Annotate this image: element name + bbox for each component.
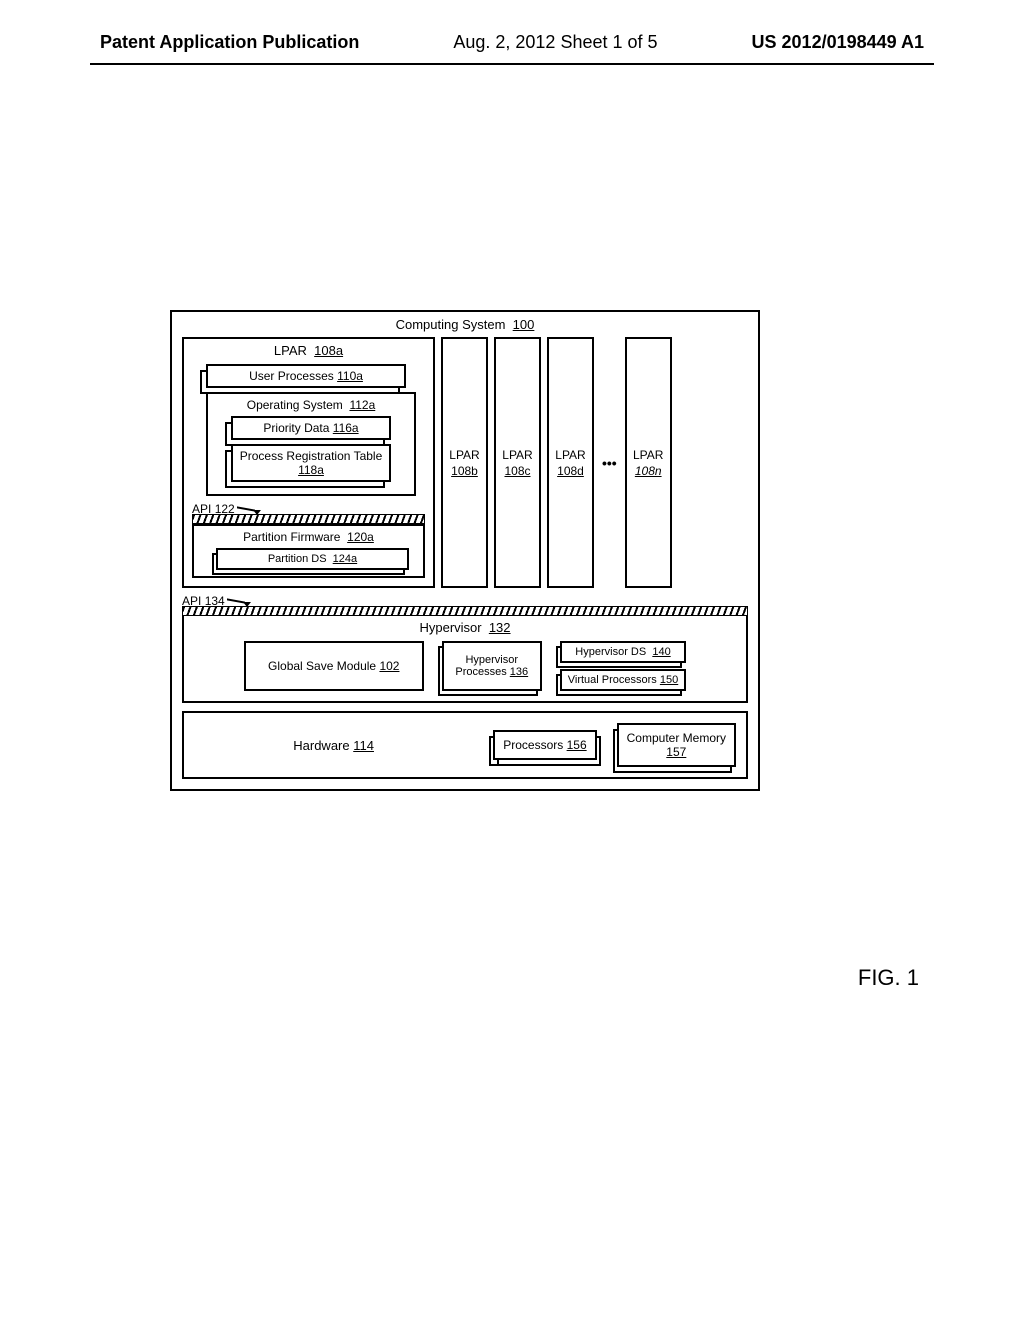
header-right: US 2012/0198449 A1 (752, 32, 924, 53)
arrow-icon (227, 594, 252, 608)
header-rule (90, 63, 934, 65)
lpar-stub-108n: LPAR108n (625, 337, 672, 588)
header-mid: Aug. 2, 2012 Sheet 1 of 5 (453, 32, 657, 53)
arrow-icon (237, 502, 262, 516)
process-reg-table-box: Process Registration Table118a (231, 444, 391, 482)
global-save-module-box: Global Save Module 102 (244, 641, 424, 691)
processors-box: Processors 156 (493, 730, 596, 760)
hypervisor-ds-box: Hypervisor DS 140 (560, 641, 686, 663)
hypervisor-box: Hypervisor 132 Global Save Module 102 Hy… (182, 616, 748, 703)
lpar-stub-108b: LPAR108b (441, 337, 488, 588)
hatched-api-134 (182, 606, 748, 616)
lpar-108a-title: LPAR 108a (192, 343, 425, 358)
partition-firmware-title: Partition Firmware 120a (198, 530, 419, 544)
operating-system-box: Operating System 112a Priority Data 116a… (206, 392, 416, 496)
computing-system-box: Computing System 100 LPAR 108a User Proc… (170, 310, 760, 791)
hypervisor-processes-box: Hypervisor Processes 136 (442, 641, 542, 691)
hardware-box: Hardware 114 Processors 156 Computer Mem… (182, 711, 748, 779)
lpar-108a-box: LPAR 108a User Processes 110a Operating … (182, 337, 435, 588)
priority-data-box: Priority Data 116a (231, 416, 391, 440)
computer-memory-box: Computer Memory157 (617, 723, 736, 767)
header-left: Patent Application Publication (100, 32, 359, 53)
hypervisor-title: Hypervisor 132 (194, 620, 736, 635)
partition-firmware-box: Partition Firmware 120a Partition DS 124… (192, 524, 425, 578)
hypervisor-row: Global Save Module 102 Hypervisor Proces… (194, 641, 736, 691)
figure-label: FIG. 1 (858, 965, 919, 991)
lpar-row: LPAR 108a User Processes 110a Operating … (182, 337, 748, 588)
operating-system-title: Operating System 112a (216, 398, 406, 412)
lpar-stub-108d: LPAR108d (547, 337, 594, 588)
hardware-label: Hardware 114 (194, 738, 473, 753)
partition-ds-box: Partition DS 124a (216, 548, 409, 570)
header: Patent Application Publication Aug. 2, 2… (0, 0, 1024, 63)
ellipsis-icon: ••• (600, 337, 619, 588)
computing-system-title: Computing System 100 (182, 317, 748, 332)
hypervisor-right-stack: Hypervisor DS 140 Virtual Processors 150 (560, 641, 686, 691)
lpar-stub-108c: LPAR108c (494, 337, 541, 588)
diagram-canvas: Computing System 100 LPAR 108a User Proc… (170, 310, 760, 791)
virtual-processors-box: Virtual Processors 150 (560, 669, 686, 691)
user-processes-box: User Processes 110a (206, 364, 406, 388)
